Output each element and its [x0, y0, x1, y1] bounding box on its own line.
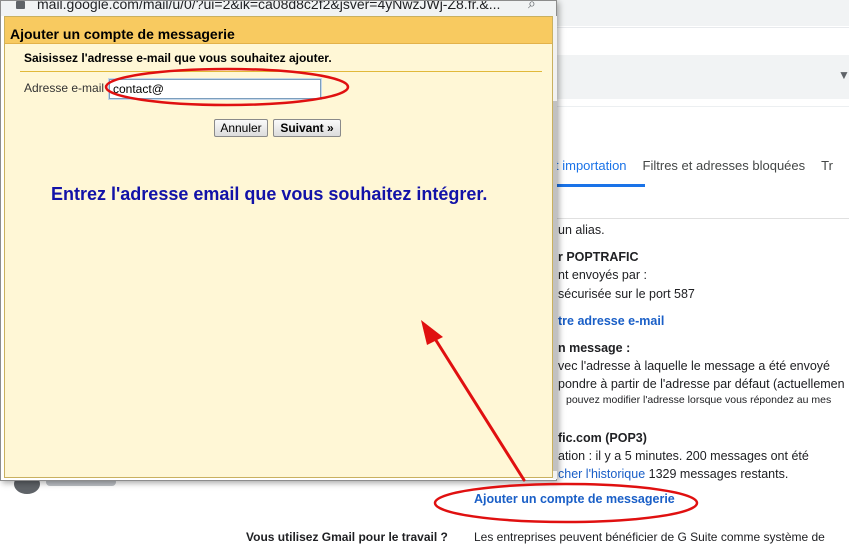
email-label: Adresse e-mail :	[24, 81, 111, 95]
divider	[555, 27, 849, 28]
smtp-text: sécurisée sur le port 587	[558, 287, 695, 301]
email-field[interactable]	[108, 78, 322, 100]
zoom-icon[interactable]: ⌕	[528, 1, 536, 12]
history-link[interactable]: cher l'historique	[558, 467, 645, 481]
history-row: cher l'historique 1329 messages restants…	[558, 467, 788, 481]
popup-url-bar: mail.google.com/mail/u/0/?ui=2&ik=ca08d8…	[1, 1, 556, 16]
active-tab-indicator	[555, 184, 645, 187]
account-header: r POPTRAFIC	[558, 250, 639, 264]
tab-forwarding[interactable]: Tr	[821, 158, 833, 182]
divider	[20, 71, 542, 72]
popup-title: Ajouter un compte de messagerie	[10, 26, 235, 42]
settings-tabs: t importation Filtres et adresses bloqué…	[555, 158, 849, 182]
lock-icon	[16, 1, 25, 9]
add-account-link[interactable]: Ajouter un compte de messagerie	[474, 492, 675, 506]
next-button[interactable]: Suivant »	[273, 119, 341, 137]
work-label: Vous utilisez Gmail pour le travail ?	[246, 530, 448, 544]
remaining-count: 1329 messages restants.	[648, 467, 789, 481]
search-options-chevron-icon[interactable]: ▼	[838, 68, 849, 82]
reply-option-1[interactable]: vec l'adresse à laquelle le message a ét…	[558, 359, 830, 373]
cancel-button[interactable]: Annuler	[214, 119, 268, 137]
browser-tab-strip	[555, 0, 849, 26]
add-address-link[interactable]: tre adresse e-mail	[558, 314, 664, 328]
annotation-caption: Entrez l'adresse email que vous souhaite…	[51, 184, 488, 204]
pop-status: ation : il y a 5 minutes. 200 messages o…	[558, 449, 809, 463]
divider	[555, 106, 849, 107]
reply-option-2[interactable]: pondre à partir de l'adresse par défaut …	[558, 377, 845, 391]
popup-url: mail.google.com/mail/u/0/?ui=2&ik=ca08d8…	[37, 1, 501, 12]
reply-header: n message :	[558, 341, 631, 355]
work-text: Les entreprises peuvent bénéficier de G …	[474, 530, 825, 544]
divider	[555, 218, 849, 219]
add-account-popup: mail.google.com/mail/u/0/?ui=2&ik=ca08d8…	[0, 0, 557, 481]
pop-account-name: fic.com (POP3)	[558, 431, 647, 445]
popup-content: Ajouter un compte de messagerie Saisisse…	[4, 16, 553, 478]
gmail-search-bar[interactable]	[555, 55, 849, 99]
popup-scrollbar-thumb[interactable]	[553, 101, 557, 471]
instruction-text: Saisissez l'adresse e-mail que vous souh…	[24, 51, 332, 65]
alias-text: un alias.	[558, 223, 605, 237]
tab-filters[interactable]: Filtres et adresses bloquées	[643, 158, 806, 182]
reply-note: pouvez modifier l'adresse lorsque vous r…	[566, 394, 832, 406]
sent-via-text: nt envoyés par :	[558, 268, 647, 282]
popup-title-bar: Ajouter un compte de messagerie	[5, 17, 552, 44]
tab-accounts-import[interactable]: t importation	[555, 158, 627, 182]
